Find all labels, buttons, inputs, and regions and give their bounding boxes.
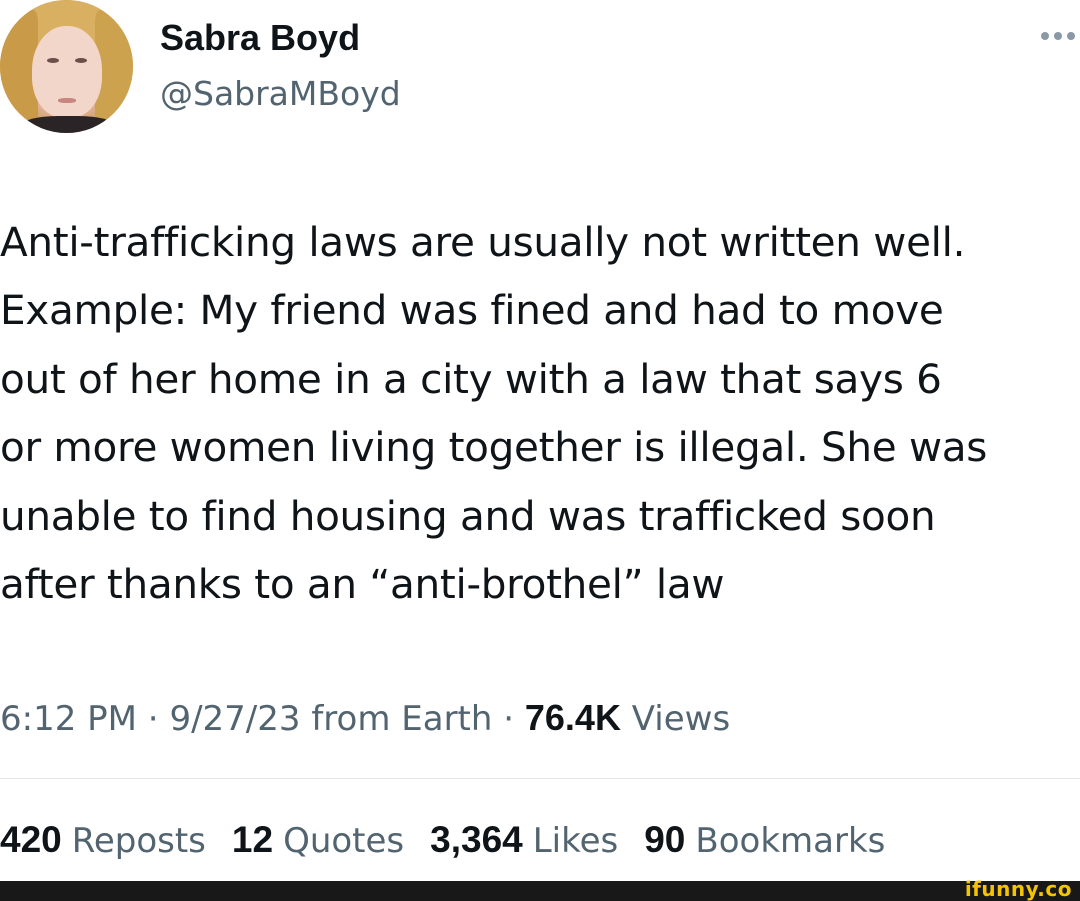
engagement-stats: 420 Reposts 12 Quotes 3,364 Likes 90 Bookmar… (0, 817, 1080, 864)
author-handle[interactable]: @SabraMBoyd (160, 72, 401, 116)
author-name[interactable]: Sabra Boyd (160, 16, 360, 60)
bookmarks-stat[interactable]: 90 Bookmarks (644, 817, 885, 864)
ellipsis-dot (1054, 32, 1062, 40)
reposts-stat[interactable]: 420 Reposts (0, 817, 206, 864)
reposts-label: Reposts (71, 821, 206, 861)
views-count: 76.4K (524, 697, 621, 738)
reposts-count: 420 (0, 819, 62, 860)
tweet-text: Anti-trafficking laws are usually not wr… (0, 218, 988, 609)
likes-count: 3,364 (430, 819, 523, 860)
quotes-stat[interactable]: 12 Quotes (232, 817, 404, 864)
avatar-shirt (18, 116, 118, 133)
tweet-time[interactable]: 6:12 PM (0, 699, 137, 739)
tweet-source: from Earth (300, 699, 493, 739)
ellipsis-dot (1041, 32, 1049, 40)
tweet-meta: 6:12 PM · 9/27/23 from Earth · 76.4K Vie… (0, 696, 1080, 741)
avatar-eye-left (47, 58, 59, 63)
meta-separator: · (492, 699, 525, 739)
watermark-logo: ifunny.co (964, 877, 1072, 901)
avatar-face (32, 26, 102, 118)
bookmarks-count: 90 (644, 819, 686, 860)
meta-separator: · (137, 699, 170, 739)
avatar-lips (58, 98, 76, 103)
ellipsis-dot (1067, 32, 1075, 40)
divider (0, 778, 1080, 779)
likes-stat[interactable]: 3,364 Likes (430, 817, 618, 864)
footer-bar (0, 881, 1080, 901)
tweet-date[interactable]: 9/27/23 (169, 699, 300, 739)
quotes-label: Quotes (283, 821, 405, 861)
author-avatar[interactable] (0, 0, 133, 133)
likes-label: Likes (532, 821, 619, 861)
bookmarks-label: Bookmarks (695, 821, 886, 861)
ellipsis-icon[interactable] (1036, 26, 1080, 46)
quotes-count: 12 (231, 819, 274, 860)
views-label: Views (620, 699, 731, 739)
avatar-eye-right (75, 58, 87, 63)
